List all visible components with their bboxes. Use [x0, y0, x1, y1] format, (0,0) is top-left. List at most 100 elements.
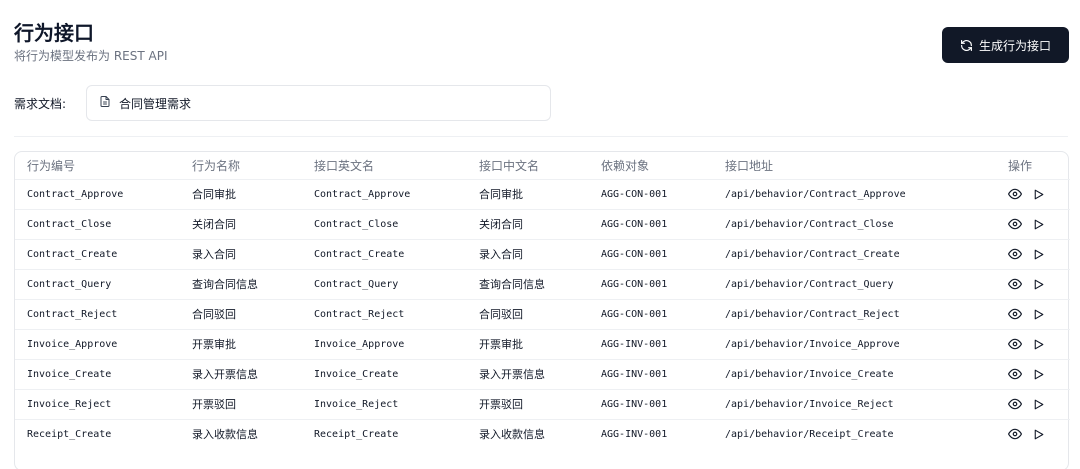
cell-dep: AGG-CON-001: [589, 299, 713, 330]
cell-id: Contract_Reject: [15, 299, 180, 330]
row-actions: [1008, 187, 1070, 201]
table-row: Contract_Close 关闭合同 Contract_Close 关闭合同 AGG-…: [15, 209, 1070, 240]
requirement-select[interactable]: 合同管理需求: [86, 85, 551, 121]
cell-actions: [996, 299, 1070, 330]
cell-dep: AGG-INV-001: [589, 359, 713, 390]
cell-id: Invoice_Approve: [15, 329, 180, 360]
behavior-table: 行为编号 行为名称 接口英文名 接口中文名 依赖对象 接口地址 操作 Contr…: [15, 152, 1070, 449]
cell-id: Invoice_Create: [15, 359, 180, 390]
cell-url: /api/behavior/Contract_Approve: [713, 179, 996, 210]
play-icon[interactable]: [1032, 308, 1045, 321]
cell-en: Contract_Approve: [302, 179, 467, 210]
cell-cn: 合同驳回: [467, 299, 589, 330]
row-actions: [1008, 337, 1070, 351]
cell-url: /api/behavior/Invoice_Create: [713, 359, 996, 390]
eye-icon[interactable]: [1008, 187, 1022, 201]
cell-dep: AGG-INV-001: [589, 329, 713, 360]
cell-dep: AGG-INV-001: [589, 389, 713, 420]
requirement-row: 需求文档: 合同管理需求: [14, 85, 551, 121]
cell-en: Invoice_Create: [302, 359, 467, 390]
cell-en: Contract_Query: [302, 269, 467, 300]
play-icon[interactable]: [1032, 338, 1045, 351]
cell-name: 录入收款信息: [192, 428, 258, 442]
cell-url: /api/behavior/Contract_Create: [713, 239, 996, 270]
cell-cn: 关闭合同: [467, 209, 589, 240]
play-icon[interactable]: [1032, 278, 1045, 291]
cell-url: /api/behavior/Invoice_Reject: [713, 389, 996, 420]
column-header: 行为名称: [180, 152, 302, 180]
cell-actions: [996, 359, 1070, 390]
cell-en: Receipt_Create: [314, 428, 399, 440]
table-row: Contract_Query 查询合同信息 Contract_Query 查询合同信息…: [15, 269, 1070, 300]
column-header: 接口地址: [713, 152, 996, 180]
cell-dep: AGG-CON-001: [589, 179, 713, 210]
play-icon[interactable]: [1032, 248, 1045, 261]
cell-actions: [996, 209, 1070, 240]
cell-actions: [996, 389, 1070, 420]
cell-url: /api/behavior/Contract_Close: [713, 209, 996, 240]
cell-id: Invoice_Reject: [15, 389, 180, 420]
behavior-table-card: 行为编号 行为名称 接口英文名 接口中文名 依赖对象 接口地址 操作 Contr…: [14, 151, 1070, 469]
table-row: Invoice_Reject 开票驳回 Invoice_Reject 开票驳回 AGG-…: [15, 389, 1070, 420]
eye-icon[interactable]: [1008, 277, 1022, 291]
eye-icon[interactable]: [1008, 247, 1022, 261]
cell-url: /api/behavior/Contract_Reject: [713, 299, 996, 330]
play-icon[interactable]: [1032, 428, 1045, 441]
eye-icon[interactable]: [1008, 367, 1022, 381]
cell-dep: AGG-CON-001: [589, 239, 713, 270]
row-actions: [1008, 247, 1070, 261]
cell-en: Invoice_Approve: [302, 329, 467, 360]
page-title: 行为接口: [14, 21, 94, 45]
table-row: Contract_Reject 合同驳回 Contract_Reject 合同驳回 AG…: [15, 299, 1070, 330]
cell-name: 合同驳回: [180, 299, 302, 330]
eye-icon[interactable]: [1008, 337, 1022, 351]
cell-en: Contract_Close: [302, 209, 467, 240]
row-actions: [1008, 217, 1070, 231]
cell-name: 开票驳回: [180, 389, 302, 420]
table-row: Contract_Approve 合同审批 Contract_Approve 合同审批…: [15, 179, 1070, 210]
play-icon[interactable]: [1032, 368, 1045, 381]
cell-dep: AGG-INV-001: [601, 428, 668, 440]
column-header: 依赖对象: [589, 152, 713, 180]
cell-id: Contract_Close: [15, 209, 180, 240]
requirement-label: 需求文档:: [14, 96, 67, 111]
row-actions: [1008, 427, 1070, 441]
cell-actions: [996, 419, 1070, 449]
page-subtitle: 将行为模型发布为 REST API: [14, 49, 168, 63]
row-actions: [1008, 397, 1070, 411]
column-header: 接口中文名: [467, 152, 589, 180]
cell-name: 开票审批: [180, 329, 302, 360]
document-icon: [99, 95, 111, 111]
play-icon[interactable]: [1032, 218, 1045, 231]
cell-actions: [996, 329, 1070, 360]
page-header: 行为接口 将行为模型发布为 REST API: [14, 20, 167, 64]
eye-icon[interactable]: [1008, 427, 1022, 441]
refresh-icon: [960, 39, 973, 52]
table-row: Contract_Create 录入合同 Contract_Create 录入合同 AG…: [15, 239, 1070, 270]
generate-api-button[interactable]: 生成行为接口: [942, 27, 1069, 63]
cell-actions: [996, 269, 1070, 300]
play-icon[interactable]: [1032, 398, 1045, 411]
cell-actions: [996, 239, 1070, 270]
cell-cn: 开票驳回: [467, 389, 589, 420]
cell-en: Contract_Create: [302, 239, 467, 270]
eye-icon[interactable]: [1008, 217, 1022, 231]
cell-cn: 开票审批: [467, 329, 589, 360]
cell-actions: [996, 179, 1070, 210]
eye-icon[interactable]: [1008, 397, 1022, 411]
cell-dep: AGG-CON-001: [589, 269, 713, 300]
play-icon[interactable]: [1032, 188, 1045, 201]
row-actions: [1008, 307, 1070, 321]
cell-id: Receipt_Create: [27, 428, 112, 440]
column-header: 行为编号: [15, 152, 180, 180]
row-actions: [1008, 367, 1070, 381]
cell-id: Contract_Create: [15, 239, 180, 270]
cell-dep: AGG-CON-001: [589, 209, 713, 240]
cell-url: /api/behavior/Contract_Query: [713, 269, 996, 300]
cell-cn: 录入合同: [467, 239, 589, 270]
cell-url: /api/behavior/Invoice_Approve: [713, 329, 996, 360]
eye-icon[interactable]: [1008, 307, 1022, 321]
table-row: Invoice_Create 录入开票信息 Invoice_Create 录入开票信息…: [15, 359, 1070, 390]
requirement-value: 合同管理需求: [119, 96, 192, 111]
cell-name: 录入合同: [180, 239, 302, 270]
